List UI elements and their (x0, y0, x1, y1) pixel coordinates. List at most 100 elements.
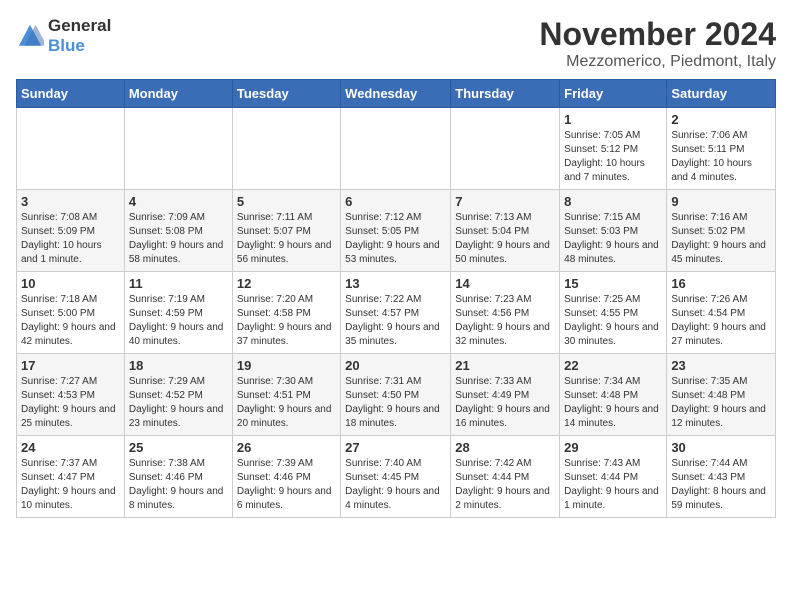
day-info: Sunrise: 7:39 AM Sunset: 4:46 PM Dayligh… (237, 457, 336, 513)
title-section: November 2024 Mezzomerico, Piedmont, Ita… (539, 16, 776, 71)
calendar-cell: 7 Sunrise: 7:13 AM Sunset: 5:04 PM Daylig… (451, 190, 560, 272)
calendar-cell: 14 Sunrise: 7:23 AM Sunset: 4:56 PM Dayli… (451, 272, 560, 354)
calendar-week-row: 10 Sunrise: 7:18 AM Sunset: 5:00 PM Dayli… (17, 272, 776, 354)
calendar-cell: 22 Sunrise: 7:34 AM Sunset: 4:48 PM Dayli… (560, 354, 667, 436)
day-info: Sunrise: 7:38 AM Sunset: 4:46 PM Dayligh… (129, 457, 228, 513)
day-number: 21 (455, 358, 555, 373)
day-info: Sunrise: 7:13 AM Sunset: 5:04 PM Dayligh… (455, 211, 555, 267)
location-subtitle: Mezzomerico, Piedmont, Italy (539, 53, 776, 71)
day-number: 16 (671, 276, 771, 291)
calendar-header-row: Sunday Monday Tuesday Wednesday Thursday… (17, 80, 776, 108)
day-info: Sunrise: 7:43 AM Sunset: 4:44 PM Dayligh… (564, 457, 662, 513)
calendar-cell: 12 Sunrise: 7:20 AM Sunset: 4:58 PM Dayli… (232, 272, 340, 354)
day-number: 19 (237, 358, 336, 373)
calendar-cell: 26 Sunrise: 7:39 AM Sunset: 4:46 PM Dayli… (232, 436, 340, 518)
calendar-cell (232, 108, 340, 190)
day-number: 1 (564, 112, 662, 127)
day-info: Sunrise: 7:27 AM Sunset: 4:53 PM Dayligh… (21, 375, 120, 431)
day-info: Sunrise: 7:23 AM Sunset: 4:56 PM Dayligh… (455, 293, 555, 349)
calendar-cell: 29 Sunrise: 7:43 AM Sunset: 4:44 PM Dayli… (560, 436, 667, 518)
day-number: 3 (21, 194, 120, 209)
day-info: Sunrise: 7:25 AM Sunset: 4:55 PM Dayligh… (564, 293, 662, 349)
day-number: 11 (129, 276, 228, 291)
logo-blue: Blue (48, 36, 85, 55)
calendar-cell: 16 Sunrise: 7:26 AM Sunset: 4:54 PM Dayli… (667, 272, 776, 354)
day-number: 12 (237, 276, 336, 291)
day-info: Sunrise: 7:18 AM Sunset: 5:00 PM Dayligh… (21, 293, 120, 349)
day-number: 14 (455, 276, 555, 291)
header-saturday: Saturday (667, 80, 776, 108)
calendar-cell: 24 Sunrise: 7:37 AM Sunset: 4:47 PM Dayli… (17, 436, 125, 518)
day-number: 18 (129, 358, 228, 373)
day-number: 7 (455, 194, 555, 209)
calendar-cell: 17 Sunrise: 7:27 AM Sunset: 4:53 PM Dayli… (17, 354, 125, 436)
day-number: 10 (21, 276, 120, 291)
calendar-cell: 20Sunrise: 7:31 AM Sunset: 4:50 PM Dayli… (341, 354, 451, 436)
page-header: General Blue November 2024 Mezzomerico, … (16, 16, 776, 71)
calendar-cell: 4Sunrise: 7:09 AM Sunset: 5:08 PM Daylig… (124, 190, 232, 272)
day-info: Sunrise: 7:29 AM Sunset: 4:52 PM Dayligh… (129, 375, 228, 431)
day-number: 17 (21, 358, 120, 373)
day-number: 28 (455, 440, 555, 455)
calendar-cell: 9 Sunrise: 7:16 AM Sunset: 5:02 PM Daylig… (667, 190, 776, 272)
day-info: Sunrise: 7:19 AM Sunset: 4:59 PM Dayligh… (129, 293, 228, 349)
day-number: 2 (671, 112, 771, 127)
day-info: Sunrise: 7:34 AM Sunset: 4:48 PM Dayligh… (564, 375, 662, 431)
calendar-cell: 3 Sunrise: 7:08 AM Sunset: 5:09 PM Daylig… (17, 190, 125, 272)
header-wednesday: Wednesday (341, 80, 451, 108)
day-info: Sunrise: 7:35 AM Sunset: 4:48 PM Dayligh… (671, 375, 771, 431)
month-title: November 2024 (539, 16, 776, 53)
calendar-cell: 30Sunrise: 7:44 AM Sunset: 4:43 PM Dayli… (667, 436, 776, 518)
calendar-cell: 15 Sunrise: 7:25 AM Sunset: 4:55 PM Dayli… (560, 272, 667, 354)
day-number: 26 (237, 440, 336, 455)
day-number: 24 (21, 440, 120, 455)
day-info: Sunrise: 7:16 AM Sunset: 5:02 PM Dayligh… (671, 211, 771, 267)
calendar-cell: 18 Sunrise: 7:29 AM Sunset: 4:52 PM Dayli… (124, 354, 232, 436)
calendar-cell: 25 Sunrise: 7:38 AM Sunset: 4:46 PM Dayli… (124, 436, 232, 518)
calendar-cell: 11 Sunrise: 7:19 AM Sunset: 4:59 PM Dayli… (124, 272, 232, 354)
day-number: 13 (345, 276, 446, 291)
header-monday: Monday (124, 80, 232, 108)
day-info: Sunrise: 7:37 AM Sunset: 4:47 PM Dayligh… (21, 457, 120, 513)
day-info: Sunrise: 7:42 AM Sunset: 4:44 PM Dayligh… (455, 457, 555, 513)
calendar-cell (124, 108, 232, 190)
day-info: Sunrise: 7:05 AM Sunset: 5:12 PM Dayligh… (564, 129, 662, 185)
calendar-cell: 28 Sunrise: 7:42 AM Sunset: 4:44 PM Dayli… (451, 436, 560, 518)
day-number: 29 (564, 440, 662, 455)
day-number: 4 (129, 194, 228, 209)
day-info: Sunrise: 7:08 AM Sunset: 5:09 PM Dayligh… (21, 211, 120, 267)
calendar-cell (451, 108, 560, 190)
calendar-cell (341, 108, 451, 190)
day-number: 30 (671, 440, 771, 455)
day-number: 22 (564, 358, 662, 373)
calendar-cell: 8 Sunrise: 7:15 AM Sunset: 5:03 PM Daylig… (560, 190, 667, 272)
calendar-cell: 2 Sunrise: 7:06 AM Sunset: 5:11 PM Daylig… (667, 108, 776, 190)
calendar-cell: 19 Sunrise: 7:30 AM Sunset: 4:51 PM Dayli… (232, 354, 340, 436)
calendar-cell: 6Sunrise: 7:12 AM Sunset: 5:05 PM Daylig… (341, 190, 451, 272)
logo-general: General (48, 16, 111, 35)
day-number: 15 (564, 276, 662, 291)
calendar-week-row: 24 Sunrise: 7:37 AM Sunset: 4:47 PM Dayli… (17, 436, 776, 518)
day-info: Sunrise: 7:20 AM Sunset: 4:58 PM Dayligh… (237, 293, 336, 349)
calendar-cell: 23Sunrise: 7:35 AM Sunset: 4:48 PM Dayli… (667, 354, 776, 436)
day-number: 5 (237, 194, 336, 209)
calendar-cell: 1 Sunrise: 7:05 AM Sunset: 5:12 PM Daylig… (560, 108, 667, 190)
day-number: 25 (129, 440, 228, 455)
day-number: 8 (564, 194, 662, 209)
day-number: 27 (345, 440, 446, 455)
day-number: 20 (345, 358, 446, 373)
calendar-cell: 10 Sunrise: 7:18 AM Sunset: 5:00 PM Dayli… (17, 272, 125, 354)
day-info: Sunrise: 7:12 AM Sunset: 5:05 PM Dayligh… (345, 211, 446, 267)
header-sunday: Sunday (17, 80, 125, 108)
logo-icon (16, 22, 44, 50)
calendar-week-row: 1 Sunrise: 7:05 AM Sunset: 5:12 PM Daylig… (17, 108, 776, 190)
day-info: Sunrise: 7:33 AM Sunset: 4:49 PM Dayligh… (455, 375, 555, 431)
day-info: Sunrise: 7:06 AM Sunset: 5:11 PM Dayligh… (671, 129, 771, 185)
day-info: Sunrise: 7:30 AM Sunset: 4:51 PM Dayligh… (237, 375, 336, 431)
day-number: 9 (671, 194, 771, 209)
calendar-week-row: 17 Sunrise: 7:27 AM Sunset: 4:53 PM Dayli… (17, 354, 776, 436)
day-info: Sunrise: 7:15 AM Sunset: 5:03 PM Dayligh… (564, 211, 662, 267)
calendar-cell: 27Sunrise: 7:40 AM Sunset: 4:45 PM Dayli… (341, 436, 451, 518)
day-info: Sunrise: 7:26 AM Sunset: 4:54 PM Dayligh… (671, 293, 771, 349)
logo: General Blue (16, 16, 111, 56)
